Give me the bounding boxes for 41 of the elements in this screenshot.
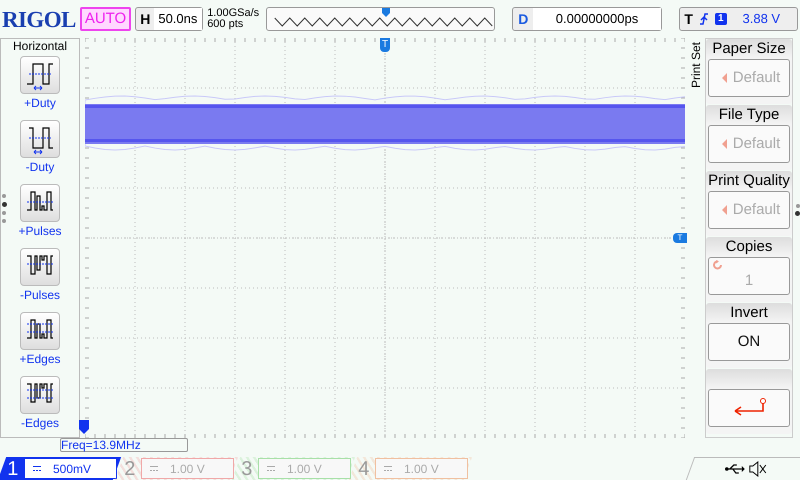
timebase-label: H bbox=[139, 10, 152, 28]
option-value: Default bbox=[732, 68, 780, 88]
menu-softkey[interactable]: Invert ON bbox=[706, 303, 792, 368]
dc-coupling-icon bbox=[150, 466, 158, 471]
trigger-position-marker: T bbox=[380, 38, 390, 52]
menu-tab[interactable]: Print Set bbox=[687, 42, 705, 88]
trigger-level-marker: T bbox=[673, 233, 687, 243]
channel-tab[interactable]: 1 500mV bbox=[0, 457, 122, 480]
run-mode-indicator: AUTO bbox=[80, 7, 132, 31]
memory-depth: 600 pts bbox=[207, 19, 244, 30]
menu-softkey[interactable] bbox=[706, 369, 792, 434]
channel-scale: 1.00 V bbox=[287, 460, 322, 478]
delay-label: D bbox=[517, 10, 530, 28]
dc-coupling-icon bbox=[267, 466, 275, 471]
speaker-muted-icon bbox=[748, 461, 766, 477]
dc-coupling-icon bbox=[33, 466, 41, 471]
trigger-position-icon bbox=[382, 8, 390, 17]
trigger-level: 3.88 V bbox=[742, 10, 780, 28]
option-value: Default bbox=[732, 134, 780, 154]
timebase-value: 50.0ns bbox=[154, 8, 202, 30]
dc-coupling-icon bbox=[384, 466, 392, 471]
channel-scale: 1.00 V bbox=[404, 460, 439, 478]
usb-icon bbox=[724, 463, 744, 475]
left-arrow-icon bbox=[722, 139, 727, 149]
trigger-label: T bbox=[684, 10, 693, 28]
delay-value: 0.00000000ps bbox=[533, 8, 661, 30]
trigger-source: 1 bbox=[714, 13, 726, 25]
measurement-readout: Freq=13.9MHz bbox=[60, 438, 188, 452]
brand-logo: RIGOL bbox=[2, 8, 76, 30]
option-value: Default bbox=[732, 200, 780, 220]
left-arrow-icon bbox=[722, 205, 727, 215]
rotate-knob-icon bbox=[713, 260, 723, 270]
option-value: ON bbox=[736, 332, 762, 352]
option-value: 1 bbox=[744, 270, 754, 291]
menu-title: Horizontal bbox=[12, 39, 68, 53]
left-arrow-icon bbox=[722, 73, 727, 83]
channel-scale: 500mV bbox=[53, 460, 92, 478]
channel-offset-marker bbox=[79, 420, 89, 434]
sample-rate: 1.00GSa/s bbox=[207, 8, 260, 19]
rising-edge-icon bbox=[698, 12, 709, 26]
channel-scale: 1.00 V bbox=[170, 460, 205, 478]
